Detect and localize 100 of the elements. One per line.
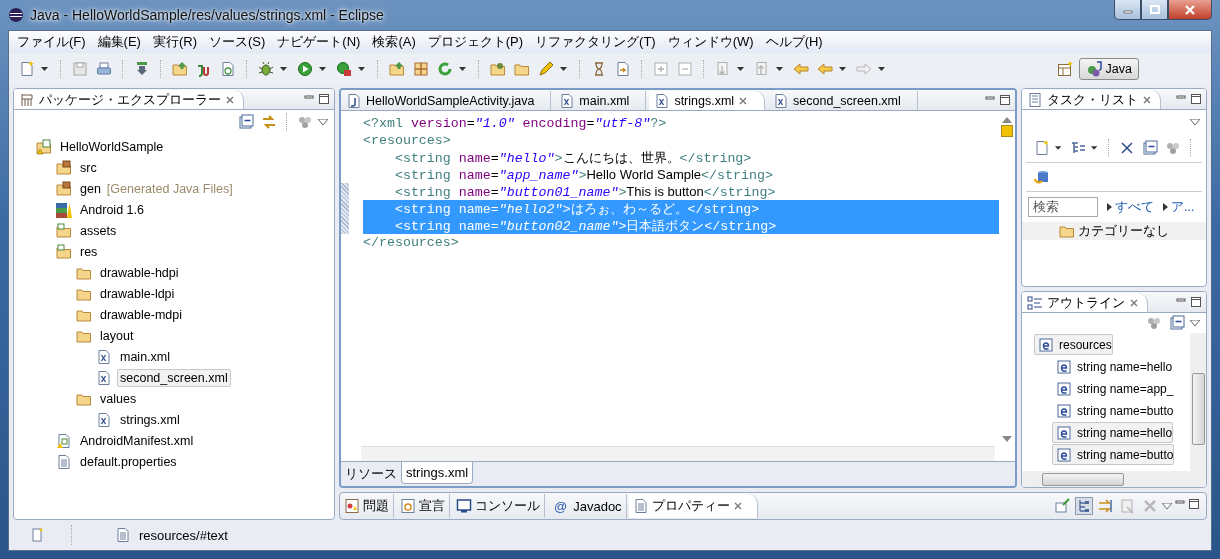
- page-tab[interactable]: リソース: [341, 462, 401, 486]
- tree-icon[interactable]: [1076, 498, 1092, 514]
- new-project-icon[interactable]: [172, 61, 188, 77]
- maximize-icon[interactable]: [1190, 296, 1202, 308]
- dots-icon[interactable]: [1165, 140, 1182, 156]
- caret-icon[interactable]: [280, 67, 287, 71]
- folder-icon[interactable]: [514, 61, 530, 77]
- back-icon[interactable]: [817, 61, 833, 77]
- view-menu-icon[interactable]: [1162, 503, 1172, 509]
- filter-link[interactable]: ア...: [1171, 198, 1195, 216]
- tree-item[interactable]: layout: [97, 326, 137, 345]
- menu-item[interactable]: 編集(E): [91, 33, 147, 51]
- grid-icon[interactable]: [413, 61, 429, 77]
- view-tab[interactable]: 宣言: [396, 494, 450, 518]
- dots-icon[interactable]: [1146, 315, 1162, 331]
- tree-item[interactable]: default.properties: [77, 452, 180, 471]
- close-icon[interactable]: [1142, 94, 1152, 105]
- caret-icon[interactable]: [1091, 146, 1098, 150]
- caret-icon[interactable]: [878, 67, 885, 71]
- menu-item[interactable]: ナビゲート(N): [271, 33, 367, 51]
- collapse-all-icon[interactable]: [1142, 140, 1159, 156]
- close-icon[interactable]: [225, 94, 235, 105]
- last-edit-icon[interactable]: [793, 61, 809, 77]
- horizontal-scrollbar[interactable]: [1022, 471, 1206, 487]
- run-icon[interactable]: [297, 61, 313, 77]
- scroll-down-icon[interactable]: [1002, 436, 1012, 442]
- open-perspective-icon[interactable]: [1056, 61, 1073, 77]
- search-field[interactable]: 検索: [1028, 197, 1098, 217]
- maximize-icon[interactable]: [999, 94, 1011, 106]
- tree-item[interactable]: HelloWorldSample: [57, 137, 167, 156]
- tree-item[interactable]: src: [77, 158, 100, 177]
- categorize-icon[interactable]: [1070, 140, 1087, 156]
- outline-item[interactable]: string name=hello: [1052, 356, 1174, 377]
- tree-item[interactable]: res: [77, 242, 101, 261]
- vertical-scrollbar[interactable]: [1190, 333, 1206, 471]
- view-tab[interactable]: @ Javadoc: [547, 494, 627, 518]
- maximize-icon[interactable]: [1188, 498, 1200, 510]
- tree-item[interactable]: drawable-mdpi: [97, 305, 185, 324]
- horizontal-scrollbar[interactable]: [361, 446, 995, 461]
- menu-item[interactable]: ウィンドウ(W): [661, 33, 760, 51]
- tree-item[interactable]: second_screen.xml: [117, 368, 231, 387]
- close-icon[interactable]: [732, 501, 743, 511]
- run-external-icon[interactable]: [336, 61, 352, 77]
- tree-item[interactable]: drawable-ldpi: [97, 284, 178, 303]
- collapse-all-icon[interactable]: [1169, 315, 1185, 331]
- close-icon[interactable]: [738, 95, 749, 106]
- caret-icon[interactable]: [358, 67, 365, 71]
- editor-tab[interactable]: strings.xml: [649, 91, 766, 110]
- menu-item[interactable]: リファクタリング(T): [529, 33, 662, 51]
- link-editor-icon[interactable]: [261, 114, 277, 130]
- view-tab[interactable]: 問題: [340, 494, 394, 518]
- outline-item[interactable]: resources: [1034, 334, 1113, 355]
- caret-icon[interactable]: [776, 67, 783, 71]
- view-tab[interactable]: コンソール: [452, 494, 545, 518]
- document-icon[interactable]: [615, 61, 631, 77]
- tree-item[interactable]: main.xml: [117, 347, 173, 366]
- editor-tab[interactable]: main.xml: [554, 91, 647, 110]
- tree-item[interactable]: Android 1.6: [77, 200, 147, 219]
- open-folder-icon[interactable]: [490, 61, 506, 77]
- outline-item[interactable]: string name=hello: [1052, 422, 1174, 443]
- new-task-icon[interactable]: [1034, 140, 1050, 156]
- maximize-button[interactable]: [1141, 0, 1168, 20]
- minimize-button[interactable]: [1114, 0, 1141, 20]
- caret-icon[interactable]: [319, 67, 326, 71]
- page-tab[interactable]: strings.xml: [401, 462, 474, 484]
- view-tab[interactable]: パッケージ・エクスプローラー: [14, 90, 244, 109]
- pencil-icon[interactable]: [538, 61, 554, 77]
- tree-item[interactable]: strings.xml: [117, 410, 183, 429]
- collapse-all-icon[interactable]: [238, 114, 254, 130]
- menu-item[interactable]: プロジェクト(P): [421, 33, 530, 51]
- open-type-icon[interactable]: [389, 61, 405, 77]
- menu-item[interactable]: ヘルプ(H): [759, 33, 829, 51]
- view-menu-icon[interactable]: [318, 119, 328, 125]
- menu-item[interactable]: 実行(R): [146, 33, 203, 51]
- dots-icon[interactable]: [297, 114, 313, 130]
- view-tab[interactable]: プロパティー: [628, 494, 758, 518]
- new-file-icon[interactable]: [19, 61, 35, 77]
- caret-icon[interactable]: [1055, 146, 1062, 150]
- menu-item[interactable]: ソース(S): [203, 33, 272, 51]
- tree-item[interactable]: values: [97, 389, 140, 408]
- caret-icon[interactable]: [839, 67, 846, 71]
- close-icon[interactable]: [1129, 297, 1139, 308]
- tree-item[interactable]: assets: [77, 221, 120, 240]
- pin-icon[interactable]: [1054, 498, 1070, 514]
- outline-item[interactable]: string name=app_: [1052, 378, 1175, 399]
- filter-link[interactable]: すべて: [1115, 198, 1154, 216]
- java-perspective-button[interactable]: Java: [1078, 58, 1139, 80]
- outline-item[interactable]: string name=butto: [1052, 444, 1175, 465]
- editor-tab[interactable]: HelloWorldSampleActivity.java: [341, 91, 552, 110]
- close-button[interactable]: [1168, 0, 1212, 20]
- fast-view-icon[interactable]: [29, 527, 45, 543]
- caret-icon[interactable]: [41, 67, 48, 71]
- menu-item[interactable]: 検索(A): [366, 33, 422, 51]
- tree-item[interactable]: drawable-hdpi: [97, 263, 182, 282]
- bug-icon[interactable]: [258, 61, 274, 77]
- menu-item[interactable]: ファイル(F): [11, 33, 92, 51]
- database-sync-icon[interactable]: [1034, 169, 1050, 185]
- caret-icon[interactable]: [560, 67, 567, 71]
- caret-icon[interactable]: [737, 67, 744, 71]
- print-icon[interactable]: [96, 61, 112, 77]
